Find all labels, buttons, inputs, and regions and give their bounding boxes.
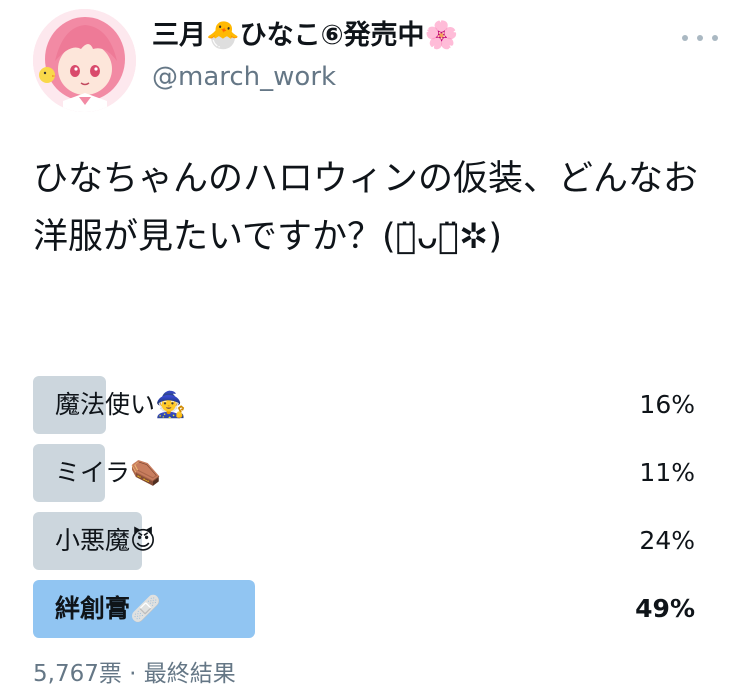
more-dot-icon bbox=[697, 35, 703, 41]
poll-option[interactable]: 魔法使い🧙 16% bbox=[33, 376, 695, 434]
poll-option-percent: 11% bbox=[639, 458, 695, 487]
poll-option-label: ミイラ⚰️ bbox=[55, 458, 162, 487]
poll-option-percent: 16% bbox=[639, 390, 695, 419]
poll-option[interactable]: ミイラ⚰️ 11% bbox=[33, 444, 695, 502]
poll-option[interactable]: 小悪魔😈 24% bbox=[33, 512, 695, 570]
poll-option-percent: 49% bbox=[635, 594, 695, 623]
avatar[interactable] bbox=[33, 9, 136, 112]
poll-option-percent: 24% bbox=[639, 526, 695, 555]
more-options-icon[interactable] bbox=[682, 28, 718, 48]
display-name[interactable]: 三月🐣ひなこ⑥発売中🌸 bbox=[152, 18, 458, 54]
user-handle[interactable]: @march_work bbox=[152, 60, 336, 94]
tweet-header: 三月🐣ひなこ⑥発売中🌸 @march_work bbox=[0, 0, 750, 120]
poll-option-label: 小悪魔😈 bbox=[55, 526, 157, 555]
more-dot-icon bbox=[712, 35, 718, 41]
more-dot-icon bbox=[682, 35, 688, 41]
tweet-text: ひなちゃんのハロウィンの仮装、どんなお洋服が見たいですか？(ｏ̈ᴗｏ̈✲) bbox=[33, 159, 699, 257]
poll-option-winner[interactable]: 絆創膏🩹 49% bbox=[33, 580, 695, 638]
poll-footer: 5,767票 · 最終結果 bbox=[33, 661, 236, 687]
poll: 魔法使い🧙 16% ミイラ⚰️ 11% 小悪魔😈 24% 絆創膏🩹 49% bbox=[33, 376, 695, 648]
avatar-image bbox=[33, 9, 136, 112]
poll-option-label: 魔法使い🧙 bbox=[55, 390, 187, 419]
poll-option-label: 絆創膏🩹 bbox=[55, 594, 162, 623]
